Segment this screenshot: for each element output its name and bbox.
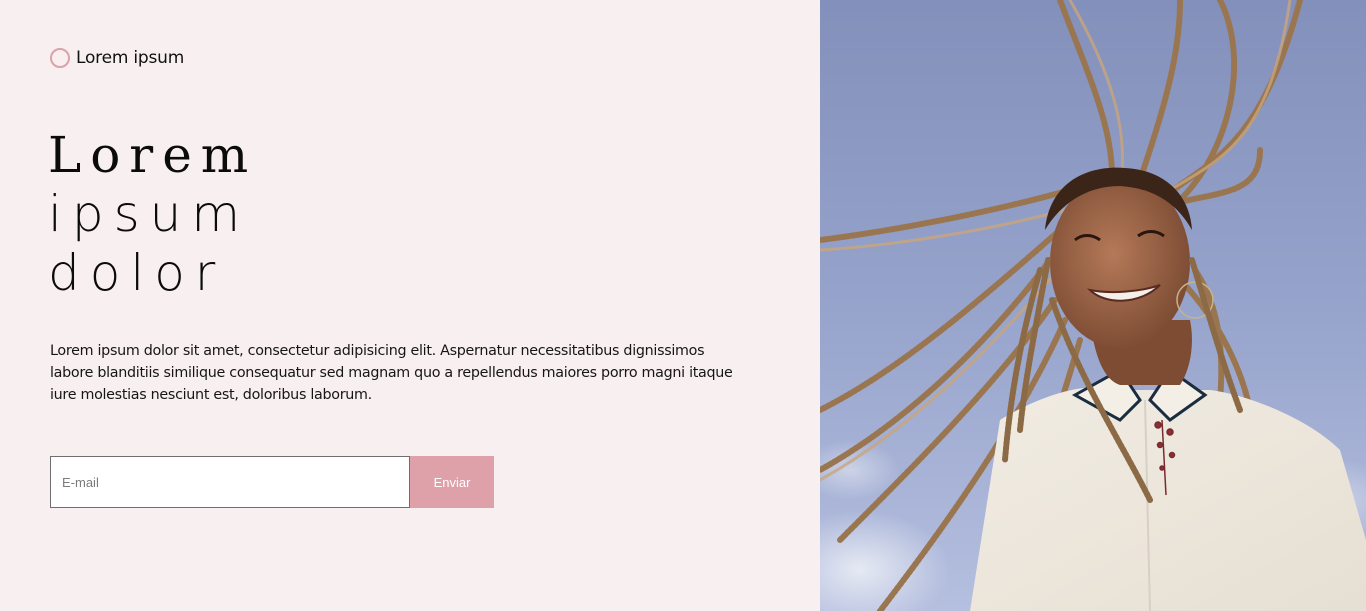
landing-page: Lorem ipsum Lorem ipsum dolor Lorem ipsu…: [0, 0, 1366, 611]
hero-title-line-2: ipsum: [48, 185, 251, 243]
hero-title-line-1: Lorem: [48, 126, 258, 184]
newsletter-form: Enviar: [50, 456, 494, 508]
hero-title-line-3: dolor: [48, 244, 226, 302]
brand-name: Lorem ipsum: [76, 48, 185, 68]
hero-description: Lorem ipsum dolor sit amet, consectetur …: [50, 343, 733, 403]
hero-photo: [820, 0, 1366, 611]
email-input[interactable]: [50, 456, 410, 508]
content-panel: Lorem ipsum Lorem ipsum dolor Lorem ipsu…: [0, 0, 820, 611]
hero-title: Lorem ipsum dolor: [48, 126, 257, 303]
brand-logo[interactable]: Lorem ipsum: [50, 48, 184, 68]
circle-logo-icon: [50, 48, 70, 68]
hero-image-panel: [820, 0, 1366, 611]
submit-button[interactable]: Enviar: [410, 456, 494, 508]
